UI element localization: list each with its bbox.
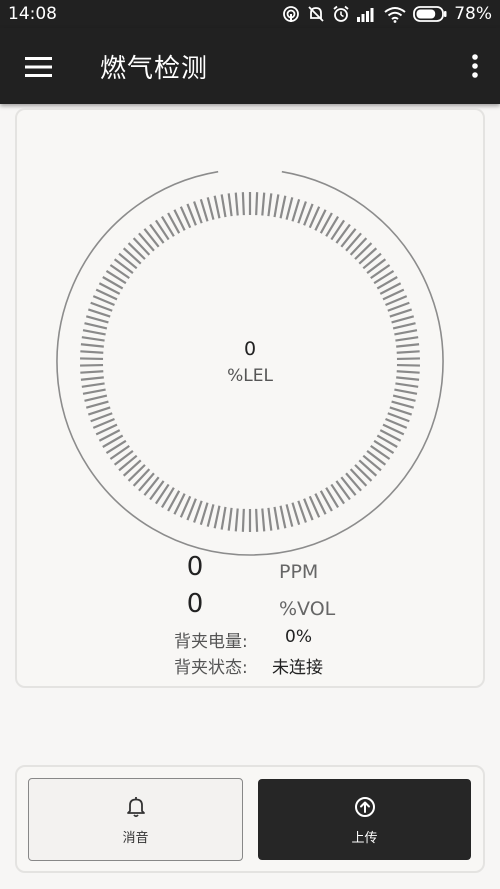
gauge-tick — [143, 228, 160, 248]
gauge-value: 0 — [243, 338, 257, 360]
gauge-tick — [241, 508, 245, 532]
gauge-tick — [127, 464, 146, 482]
gauge-tick — [392, 394, 416, 402]
gauge-tick — [354, 242, 373, 260]
gauge-tick — [291, 502, 301, 526]
gauge-tick — [213, 195, 221, 219]
upload-button[interactable]: 上传 — [258, 779, 471, 860]
battery-label: 背夹电量: — [174, 632, 248, 652]
gauge-tick — [279, 195, 287, 219]
gauge-outer-arc — [56, 170, 444, 556]
gauge-tick — [261, 192, 266, 216]
gauge-tick — [387, 412, 410, 423]
gauge-tick — [392, 322, 416, 330]
ppm-unit: PPM — [279, 561, 319, 583]
gauge-tick — [345, 232, 362, 252]
gauge-tick — [349, 468, 368, 487]
gauge-tick — [261, 508, 266, 532]
gauge-tick — [255, 192, 259, 216]
gauge-tick — [199, 198, 209, 222]
gauge-tick — [199, 502, 209, 526]
gauge-tick — [234, 508, 239, 532]
gauge-tick — [206, 197, 215, 220]
gauge-tick — [340, 228, 357, 248]
gauge-tick — [391, 315, 415, 324]
gauge-tick — [132, 237, 151, 256]
gauge-tick — [297, 201, 307, 224]
gauge-tick — [132, 468, 151, 487]
vol-unit: %VOL — [279, 598, 336, 620]
status-label: 背夹状态: — [174, 658, 248, 678]
gauge-tick — [85, 315, 109, 324]
gauge-tick — [362, 252, 382, 270]
gauge-tick — [391, 400, 415, 409]
bell-icon — [126, 797, 145, 818]
gauge-tick — [387, 301, 410, 312]
gauge-tick — [273, 194, 280, 218]
gauge-tick — [362, 454, 382, 472]
gauge-tick — [354, 464, 373, 482]
gauge-tick — [285, 197, 294, 220]
gauge-tick — [213, 505, 221, 529]
gauge-tick — [227, 193, 233, 217]
gauge-tick — [279, 505, 287, 529]
status-value: 未连接 — [272, 658, 323, 678]
gauge-tick — [90, 301, 113, 312]
gauge-tick — [340, 476, 357, 496]
gauge-tick — [193, 201, 203, 224]
gauge-tick — [241, 192, 245, 216]
ppm-value: 0 — [186, 552, 204, 582]
gauge-tick — [358, 247, 378, 265]
gauge-tick — [138, 232, 155, 252]
gauge-tick — [255, 508, 259, 532]
gauge-tick — [389, 406, 413, 416]
upload-label: 上传 — [351, 831, 378, 846]
vol-value: 0 — [186, 589, 204, 619]
gauge-tick — [273, 506, 280, 530]
gauge-tick — [220, 506, 227, 530]
gauge-tick — [206, 504, 215, 527]
gauge-tick — [122, 247, 142, 265]
gauge-tick — [358, 459, 378, 477]
gauge-tick — [118, 454, 138, 472]
lel-gauge — [56, 170, 444, 556]
battery-value: 0% — [285, 627, 312, 647]
gauge-tick — [234, 192, 239, 216]
gauge-tick — [84, 394, 108, 402]
gauge-tick — [138, 472, 155, 492]
gauge-unit: %LEL — [227, 366, 273, 386]
gauge-tick — [82, 329, 106, 336]
gauge-tick — [127, 242, 146, 260]
gauge-tick — [394, 388, 418, 395]
upload-circle-icon — [354, 797, 375, 817]
gauge-tick — [349, 237, 368, 256]
gauge-tick — [118, 252, 138, 270]
gauge-tick — [84, 322, 108, 330]
gauge-tick — [143, 476, 160, 496]
gauge-tick — [220, 194, 227, 218]
gauge-tick — [82, 388, 106, 395]
gauge-tick — [227, 507, 233, 531]
gauge-tick — [267, 193, 273, 217]
gauge-tick — [345, 472, 362, 492]
gauge-tick — [389, 308, 413, 318]
gauge-tick — [122, 459, 142, 477]
gauge-tick — [193, 500, 203, 523]
mute-label: 消音 — [122, 831, 149, 846]
gauge-tick — [394, 329, 418, 336]
gauge-tick — [291, 198, 301, 222]
gauge-tick — [297, 500, 307, 523]
gauge-tick — [90, 412, 113, 423]
gauge-ticks — [80, 192, 420, 532]
gauge-tick — [87, 308, 111, 318]
gauge-tick — [85, 400, 109, 409]
gauge-tick — [267, 507, 273, 531]
gauge-tick — [285, 504, 294, 527]
gauge-tick — [87, 406, 111, 416]
mute-button[interactable]: 消音 — [28, 778, 243, 861]
